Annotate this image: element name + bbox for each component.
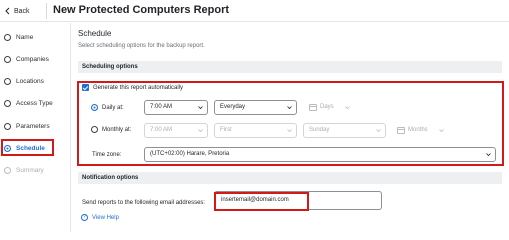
wizard-steps-sidebar: Name Companies Locations Access Type Par… bbox=[0, 23, 71, 232]
scheduling-options-header: Scheduling options bbox=[78, 61, 502, 73]
schedule-step-highlight bbox=[1, 139, 54, 156]
step-access-type[interactable]: Access Type bbox=[4, 97, 53, 109]
schedule-panel: Schedule Select scheduling options for t… bbox=[71, 23, 509, 232]
step-circle-icon bbox=[4, 99, 11, 107]
step-locations[interactable]: Locations bbox=[4, 75, 44, 87]
section-title: Schedule bbox=[78, 29, 112, 38]
step-label: Locations bbox=[16, 77, 44, 85]
step-circle-icon bbox=[4, 166, 11, 174]
step-circle-icon bbox=[4, 77, 11, 85]
page-title: New Protected Computers Report bbox=[53, 4, 230, 16]
step-label: Summary bbox=[16, 166, 44, 174]
step-circle-icon bbox=[4, 55, 11, 63]
step-circle-icon bbox=[4, 122, 11, 130]
notification-options-header: Notification options bbox=[78, 172, 502, 184]
header-divider bbox=[46, 3, 47, 19]
back-label: Back bbox=[14, 7, 30, 15]
step-companies[interactable]: Companies bbox=[4, 53, 49, 65]
view-help-label: View Help bbox=[92, 214, 119, 221]
step-label: Parameters bbox=[16, 122, 50, 130]
step-label: Access Type bbox=[16, 99, 53, 107]
step-label: Companies bbox=[16, 55, 49, 63]
header-bar: Back New Protected Computers Report bbox=[0, 0, 509, 22]
chevron-left-icon bbox=[5, 7, 10, 15]
step-name[interactable]: Name bbox=[4, 31, 33, 43]
email-highlight bbox=[214, 192, 309, 211]
back-button[interactable]: Back bbox=[4, 4, 42, 18]
step-parameters[interactable]: Parameters bbox=[4, 120, 50, 132]
email-label: Send reports to the following email addr… bbox=[82, 200, 206, 206]
scheduling-options-highlight bbox=[77, 81, 504, 166]
step-label: Name bbox=[16, 33, 34, 41]
help-icon: ? bbox=[81, 214, 88, 221]
view-help-link[interactable]: ? View Help bbox=[81, 214, 119, 221]
step-circle-icon bbox=[4, 33, 11, 41]
step-summary: Summary bbox=[4, 164, 44, 176]
section-description: Select scheduling options for the backup… bbox=[78, 43, 205, 49]
